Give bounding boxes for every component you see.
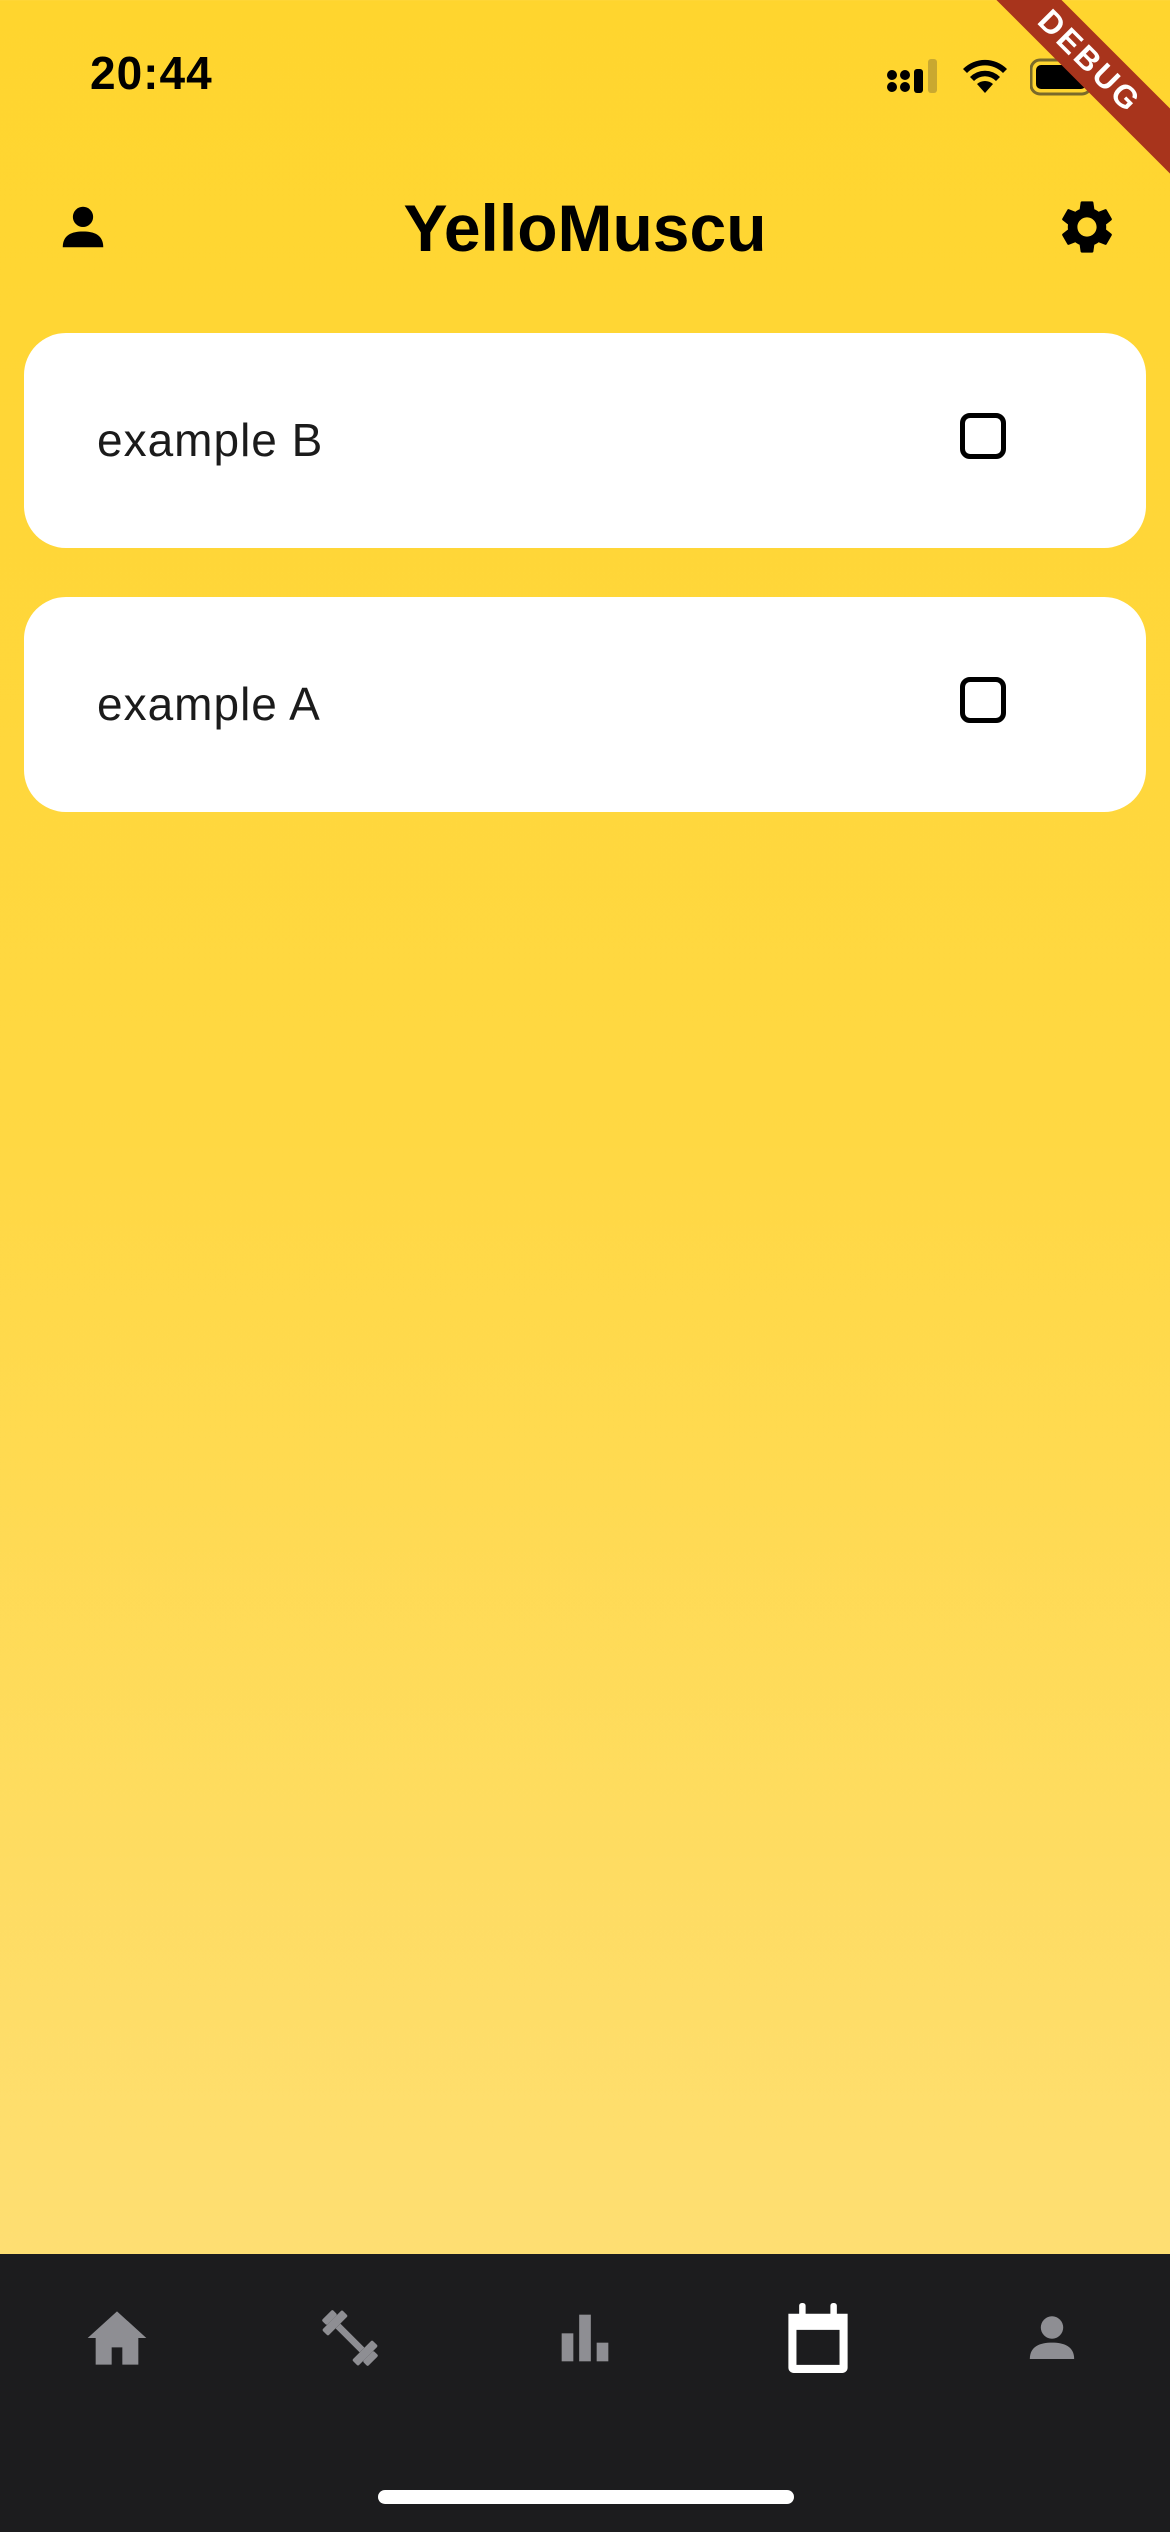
task-card[interactable]: example A bbox=[24, 597, 1146, 812]
wifi-icon bbox=[963, 59, 1007, 93]
task-label: example A bbox=[97, 678, 321, 730]
person-icon bbox=[1029, 2316, 1075, 2359]
app-title: YelloMuscu bbox=[403, 191, 767, 265]
home-indicator bbox=[378, 2490, 794, 2504]
nav-workout[interactable] bbox=[300, 2296, 400, 2380]
home-icon bbox=[87, 2311, 147, 2365]
dumbbell-icon bbox=[322, 2310, 378, 2366]
bar-chart-icon bbox=[561, 2314, 609, 2362]
nav-home[interactable] bbox=[67, 2296, 167, 2380]
settings-button[interactable] bbox=[1052, 192, 1122, 262]
status-bar: 20:44 DEBUG bbox=[0, 0, 1170, 184]
task-list: example B example A bbox=[24, 333, 1146, 861]
nav-profile[interactable] bbox=[1002, 2296, 1102, 2380]
task-label: example B bbox=[97, 414, 324, 466]
app-bar: YelloMuscu bbox=[0, 170, 1170, 280]
nav-calendar[interactable] bbox=[768, 2296, 868, 2380]
gear-icon bbox=[1062, 201, 1112, 253]
cellular-signal-icon bbox=[887, 59, 937, 93]
task-checkbox[interactable] bbox=[960, 677, 1006, 723]
nav-stats[interactable] bbox=[535, 2296, 635, 2380]
status-time: 20:44 bbox=[90, 47, 213, 99]
task-card[interactable]: example B bbox=[24, 333, 1146, 548]
calendar-icon bbox=[788, 2303, 848, 2373]
task-checkbox[interactable] bbox=[960, 413, 1006, 459]
